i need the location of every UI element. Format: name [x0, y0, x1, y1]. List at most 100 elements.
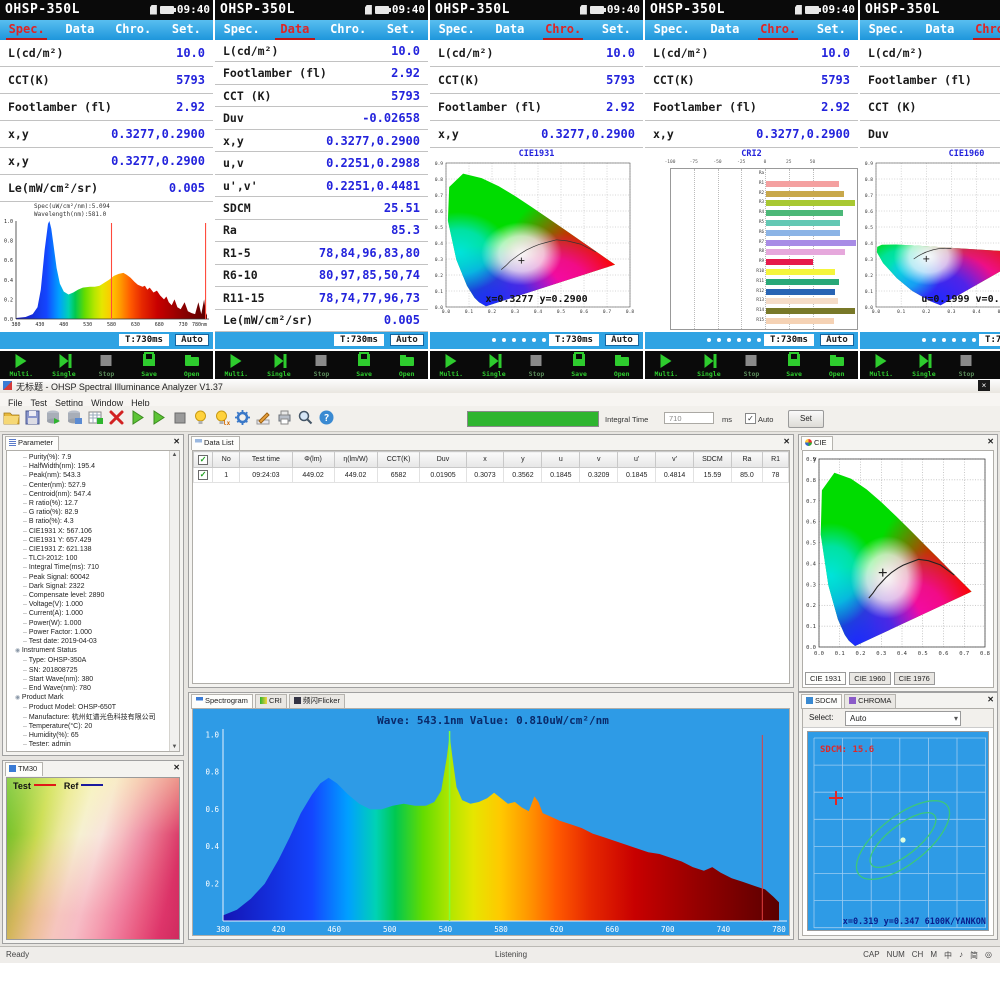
- tree-item[interactable]: G ratio(%): 82.9: [23, 508, 169, 517]
- table-row[interactable]: ✓109:24:03449.02449.0265820.019050.30730…: [194, 468, 789, 483]
- tab-spec[interactable]: Spec.: [0, 20, 53, 40]
- tab-set[interactable]: Set.: [160, 20, 213, 40]
- auto-toggle[interactable]: Auto: [390, 334, 424, 346]
- select-all-checkbox[interactable]: ✓: [198, 455, 208, 465]
- integral-time-input[interactable]: 710: [664, 412, 714, 424]
- open-folder-icon[interactable]: [3, 409, 20, 426]
- device-button-single[interactable]: Single: [688, 351, 731, 379]
- tree-item[interactable]: Dark Signal: 2322: [23, 582, 169, 591]
- tree-item[interactable]: Type: OHSP-350A: [23, 656, 169, 665]
- device-button-single[interactable]: Single: [258, 351, 301, 379]
- tab-data[interactable]: Data: [913, 20, 966, 40]
- tab-spec[interactable]: Spec.: [645, 20, 698, 40]
- device-button-single[interactable]: Single: [473, 351, 516, 379]
- tree-item[interactable]: Manufacture: 杭州虹谱光色科技有限公司: [23, 713, 169, 722]
- integration-time-field[interactable]: T:730ms: [549, 334, 599, 346]
- sdcm-tab-0[interactable]: SDCM: [801, 694, 842, 709]
- device-button-save[interactable]: Save: [558, 351, 601, 379]
- delete-icon[interactable]: [108, 409, 125, 426]
- tree-item[interactable]: Humidity(%): 65: [23, 731, 169, 740]
- db-export-icon[interactable]: [45, 409, 62, 426]
- close-button[interactable]: ×: [978, 380, 990, 391]
- tree-item[interactable]: Integral Time(ms): 710: [23, 563, 169, 572]
- edit-icon[interactable]: [255, 409, 272, 426]
- device-button-stop[interactable]: Stop: [85, 351, 128, 379]
- cie-space-tab-1[interactable]: CIE 1931: [805, 672, 846, 685]
- tree-item[interactable]: SN: 201808725: [23, 666, 169, 675]
- spectrogram-tab-0[interactable]: Spectrogram: [191, 694, 253, 709]
- device-button-save[interactable]: Save: [988, 351, 1000, 379]
- tree-item[interactable]: Compensate level: 2890: [23, 591, 169, 600]
- device-button-multi[interactable]: Multi.: [430, 351, 473, 379]
- tree-item[interactable]: Tester: admin: [23, 740, 169, 749]
- sdcm-tab-1[interactable]: CHROMA: [844, 694, 896, 709]
- help-icon[interactable]: ?: [318, 409, 335, 426]
- gear-icon[interactable]: [234, 409, 251, 426]
- tree-item[interactable]: CIE1931 Z: 621.138: [23, 545, 169, 554]
- tab-spec[interactable]: Spec.: [430, 20, 483, 40]
- scroll-down-icon[interactable]: ▼: [170, 744, 179, 750]
- device-button-open[interactable]: Open: [815, 351, 858, 379]
- tree-item[interactable]: Voltage(V): 1.000: [23, 600, 169, 609]
- row-checkbox[interactable]: ✓: [198, 470, 208, 480]
- cie-space-tab-3[interactable]: CIE 1976: [894, 672, 935, 685]
- tree-item[interactable]: Center(nm): 527.9: [23, 481, 169, 490]
- tree-item[interactable]: B ratio(%): 4.3: [23, 517, 169, 526]
- tab-data[interactable]: Data: [53, 20, 106, 40]
- tree-item[interactable]: Power(W): 1.000: [23, 619, 169, 628]
- tree-item[interactable]: CIE1931 X: 567.106: [23, 527, 169, 536]
- device-button-stop[interactable]: Stop: [945, 351, 988, 379]
- device-button-save[interactable]: Save: [128, 351, 171, 379]
- tab-spec[interactable]: Spec.: [860, 20, 913, 40]
- close-icon[interactable]: ✕: [987, 695, 994, 704]
- device-button-stop[interactable]: Stop: [515, 351, 558, 379]
- tab-chro[interactable]: Chro.: [967, 20, 1000, 40]
- play-alt-icon[interactable]: [150, 409, 167, 426]
- device-button-open[interactable]: Open: [600, 351, 643, 379]
- tab-set[interactable]: Set.: [805, 20, 858, 40]
- tree-item[interactable]: HalfWidth(nm): 195.4: [23, 462, 169, 471]
- tab-data[interactable]: Data: [698, 20, 751, 40]
- tree-item[interactable]: End Wave(nm): 780: [23, 684, 169, 693]
- integration-time-field[interactable]: T:730ms: [979, 334, 1000, 346]
- search-icon[interactable]: [297, 409, 314, 426]
- data-list-tab[interactable]: Data List: [191, 436, 240, 450]
- sdcm-select-dropdown[interactable]: Auto ▾: [845, 711, 961, 726]
- tab-data[interactable]: Data: [268, 20, 321, 40]
- close-icon[interactable]: ✕: [173, 437, 180, 446]
- spectrogram-tab-1[interactable]: CRI: [255, 694, 287, 709]
- device-button-stop[interactable]: Stop: [730, 351, 773, 379]
- device-button-single[interactable]: Single: [43, 351, 86, 379]
- tree-item[interactable]: TLCI-2012: 100: [23, 554, 169, 563]
- spectrogram-tab-2[interactable]: 频闪Flicker: [289, 694, 345, 709]
- tree-item[interactable]: Product Mark: [15, 693, 169, 703]
- device-button-single[interactable]: Single: [903, 351, 946, 379]
- tree-item[interactable]: Peak(nm): 543.3: [23, 471, 169, 480]
- tree-item[interactable]: Instrument Status: [15, 646, 169, 656]
- close-icon[interactable]: ✕: [173, 763, 180, 772]
- save-icon[interactable]: [24, 409, 41, 426]
- auto-toggle[interactable]: Auto: [820, 334, 854, 346]
- tm30-panel-tab[interactable]: TM30: [5, 762, 43, 776]
- device-button-save[interactable]: Save: [773, 351, 816, 379]
- play-icon[interactable]: [129, 409, 146, 426]
- bulb-icon[interactable]: [192, 409, 209, 426]
- tab-chro[interactable]: Chro.: [752, 20, 805, 40]
- cie-space-tab-2[interactable]: CIE 1960: [849, 672, 890, 685]
- set-button[interactable]: Set: [788, 410, 824, 428]
- tree-item[interactable]: Centroid(nm): 547.4: [23, 490, 169, 499]
- close-icon[interactable]: ✕: [783, 437, 790, 446]
- device-button-save[interactable]: Save: [343, 351, 386, 379]
- auto-checkbox[interactable]: ✓: [745, 413, 756, 424]
- tree-item[interactable]: CIE1931 Y: 657.429: [23, 536, 169, 545]
- tree-item[interactable]: Current(A): 1.000: [23, 609, 169, 618]
- stop-icon[interactable]: [171, 409, 188, 426]
- close-icon[interactable]: ✕: [987, 437, 994, 446]
- device-button-open[interactable]: Open: [170, 351, 213, 379]
- scroll-up-icon[interactable]: ▲: [170, 452, 179, 458]
- bulb-lx-icon[interactable]: lx: [213, 409, 230, 426]
- parameter-panel-tab[interactable]: Parameter: [5, 436, 59, 450]
- tab-chro[interactable]: Chro.: [322, 20, 375, 40]
- tab-spec[interactable]: Spec.: [215, 20, 268, 40]
- tree-item[interactable]: Electrical Parameter: [15, 750, 169, 753]
